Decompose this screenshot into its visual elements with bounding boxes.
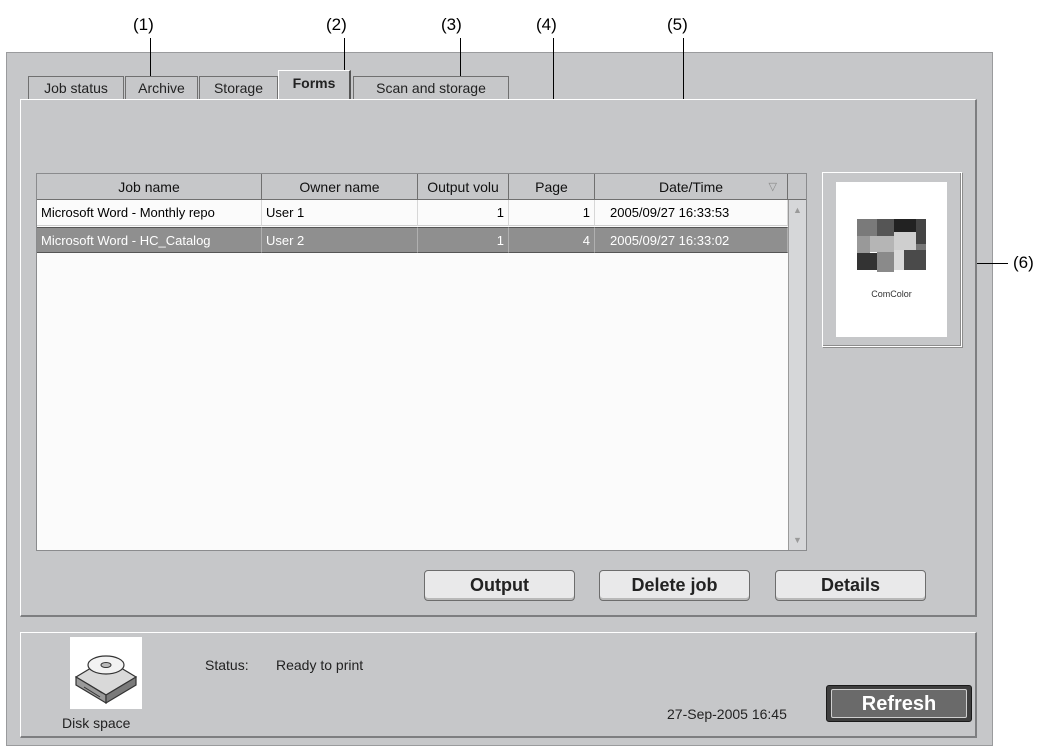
callout-6: (6): [1013, 253, 1034, 272]
details-button[interactable]: Details: [775, 570, 926, 601]
comcolor-logo-text: ComColor: [871, 289, 912, 299]
table-header: Job name Owner name Output volu Page Dat…: [37, 174, 806, 200]
column-header-date-time[interactable]: Date/Time ▽: [595, 174, 788, 200]
sort-descending-icon: ▽: [768, 181, 777, 193]
cell-date-time: 2005/09/27 16:33:53: [595, 200, 788, 226]
disk-space-label: Disk space: [62, 715, 131, 731]
callout-1: (1): [133, 15, 154, 34]
scroll-up-icon[interactable]: ▲: [791, 203, 804, 217]
cell-output-volume: 1: [418, 227, 509, 253]
table-row[interactable]: Microsoft Word - Monthly repo User 1 1 1…: [37, 200, 788, 226]
delete-job-button[interactable]: Delete job: [599, 570, 750, 601]
tab-forms[interactable]: Forms: [278, 70, 351, 99]
tab-storage[interactable]: Storage: [199, 76, 278, 99]
form-preview-thumbnail: ComColor: [836, 182, 947, 337]
callout-2: (2): [326, 15, 347, 34]
forms-job-table: Job name Owner name Output volu Page Dat…: [36, 173, 807, 551]
cell-owner-name: User 2: [262, 227, 418, 253]
column-header-spacer: [788, 174, 806, 200]
status-value: Ready to print: [276, 657, 364, 673]
scroll-down-icon[interactable]: ▼: [791, 533, 804, 547]
refresh-button[interactable]: Refresh: [826, 685, 972, 722]
cell-date-time: 2005/09/27 16:33:02: [595, 227, 788, 253]
cell-job-name: Microsoft Word - HC_Catalog: [37, 227, 262, 253]
table-row-selected[interactable]: Microsoft Word - HC_Catalog User 2 1 4 2…: [37, 227, 788, 253]
callout-5: (5): [667, 15, 688, 34]
cell-output-volume: 1: [418, 200, 509, 226]
status-label: Status:: [205, 657, 249, 673]
output-button[interactable]: Output: [424, 570, 575, 601]
column-header-output-volume[interactable]: Output volu: [418, 174, 509, 200]
column-header-job-name[interactable]: Job name: [37, 174, 262, 200]
timestamp: 27-Sep-2005 16:45: [667, 706, 787, 722]
cell-owner-name: User 1: [262, 200, 418, 226]
tab-archive[interactable]: Archive: [125, 76, 198, 99]
callout-3: (3): [441, 15, 462, 34]
table-scrollbar[interactable]: ▲ ▼: [788, 200, 806, 550]
callout-4: (4): [536, 15, 557, 34]
tab-scan-and-storage[interactable]: Scan and storage: [353, 76, 509, 99]
column-header-page[interactable]: Page: [509, 174, 595, 200]
cell-job-name: Microsoft Word - Monthly repo: [37, 200, 262, 226]
refresh-button-label: Refresh: [831, 689, 967, 718]
cell-page: 1: [509, 200, 595, 226]
disk-space-icon[interactable]: [70, 637, 142, 709]
column-header-owner-name[interactable]: Owner name: [262, 174, 418, 200]
comcolor-logo-icon: [857, 219, 926, 272]
cell-page: 4: [509, 227, 595, 253]
tab-job-status[interactable]: Job status: [28, 76, 124, 99]
column-header-date-time-label: Date/Time: [658, 179, 724, 195]
